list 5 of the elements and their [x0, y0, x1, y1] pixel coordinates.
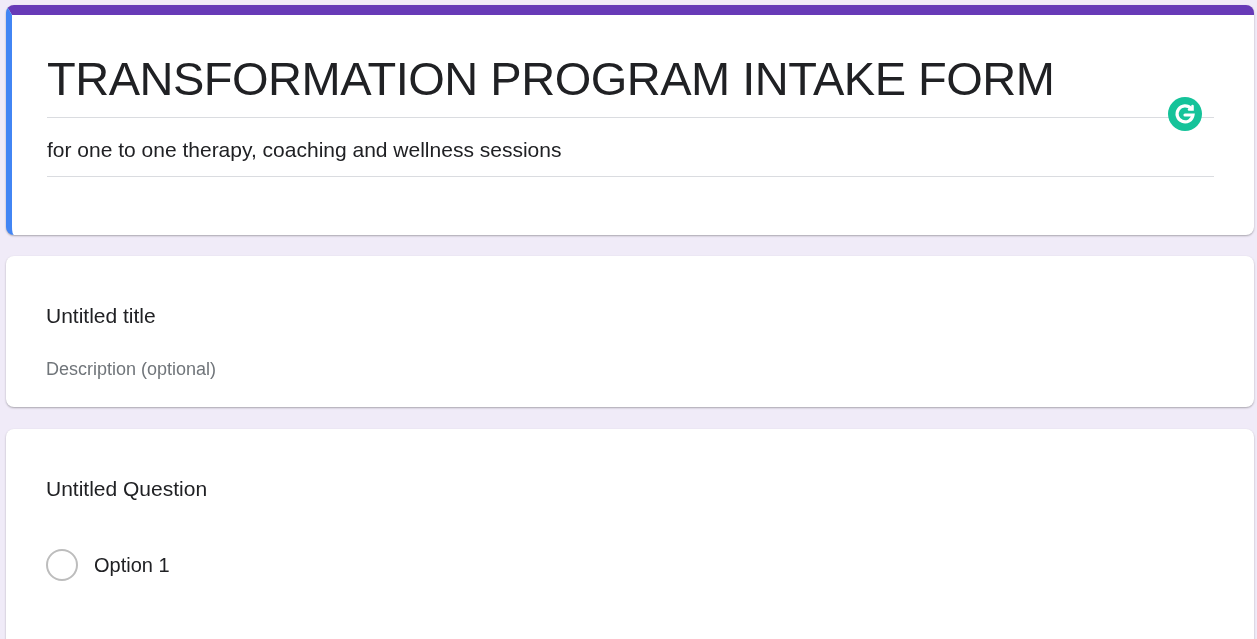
grammarly-icon[interactable] — [1168, 97, 1202, 131]
question-title[interactable]: Untitled Question — [46, 473, 1214, 505]
section-title[interactable]: Untitled title — [46, 300, 1214, 332]
radio-button[interactable] — [46, 548, 78, 581]
option-label[interactable]: Option 1 — [94, 549, 170, 580]
